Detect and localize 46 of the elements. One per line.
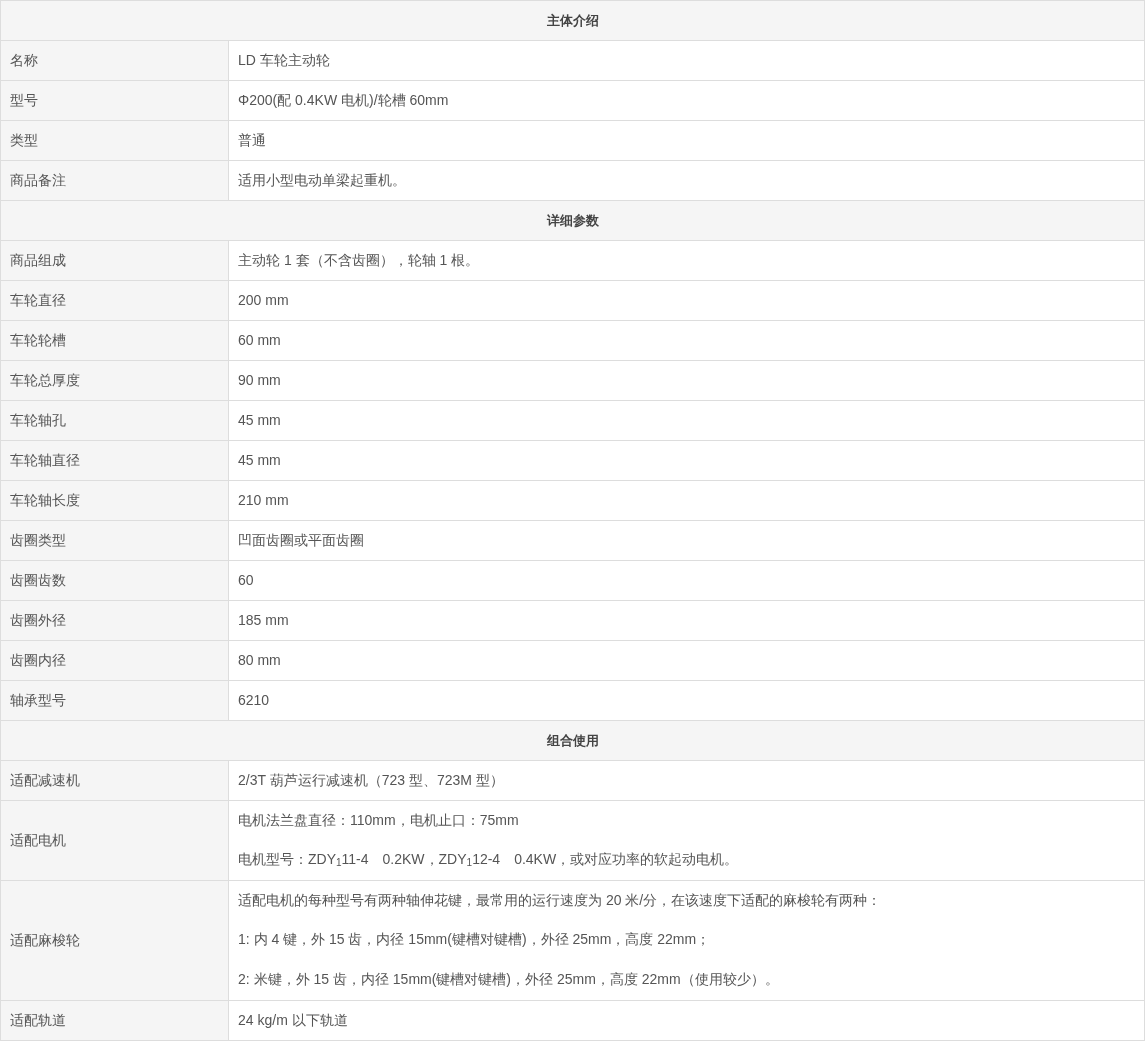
value-text: 210 mm (238, 491, 290, 510)
value-text: 电机型号：ZDY$_{1}$11-4 0.2KW，ZDY$_{1}$12-4 0.4KW，或对应功率的软起动电机。 (238, 850, 740, 870)
value-text: LD 车轮主动轮 (238, 51, 331, 70)
value-text: 45 mm (238, 411, 282, 430)
label-cell: 轴承型号 (1, 681, 229, 720)
label-cell: 适配减速机 (1, 761, 229, 800)
value-text: 2: 米键，外 15 齿，内径 15mm(键槽对键槽)，外径 25mm，高度 22mm（使用较少）。 (238, 970, 780, 989)
label-cell: 齿圈类型 (1, 521, 229, 560)
label-cell: 商品组成 (1, 241, 229, 280)
section-header: 详细参数 (1, 201, 1144, 241)
section-header: 组合使用 (1, 721, 1144, 761)
value-text: 80 mm (238, 651, 282, 670)
label-cell: 车轮轮槽 (1, 321, 229, 360)
value-text: Φ200(配 0.4KW 电机)/轮槽 60mm (238, 91, 450, 110)
label-cell: 齿圈外径 (1, 601, 229, 640)
value-text: 主动轮 1 套（不含齿圈），轮轴 1 根。 (238, 251, 481, 270)
label-cell: 适配麻梭轮 (1, 881, 229, 1000)
section-header: 主体介绍 (1, 1, 1144, 41)
value-text: 6210 (238, 691, 271, 710)
value-text: 2/3T 葫芦运行减速机（723 型、723M 型） (238, 771, 505, 790)
value-text: 电机法兰盘直径：110mm，电机止口：75mm (238, 811, 520, 830)
label-cell: 适配电机 (1, 801, 229, 880)
value-text: 90 mm (238, 371, 282, 390)
label-cell: 车轮轴孔 (1, 401, 229, 440)
value-text: 凹面齿圈或平面齿圈 (238, 531, 365, 550)
label-cell: 齿圈齿数 (1, 561, 229, 600)
value-text: 1: 内 4 键，外 15 齿，内径 15mm(键槽对键槽)，外径 25mm，高度 22mm； (238, 930, 712, 949)
label-cell: 商品备注 (1, 161, 229, 200)
value-text: 200 mm (238, 291, 290, 310)
value-text: 60 mm (238, 331, 282, 350)
value-text: 适用小型电动单梁起重机。 (238, 171, 407, 190)
label-cell: 名称 (1, 41, 229, 80)
value-text: 适配电机的每种型号有两种轴伸花键，最常用的运行速度为 20 米/分，在该速度下适配的麻梭轮有两种： (238, 891, 883, 910)
label-cell: 车轮直径 (1, 281, 229, 320)
label-cell: 适配轨道 (1, 1001, 229, 1040)
value-text: 24 kg/m 以下轨道 (238, 1011, 349, 1030)
value-text: 185 mm (238, 611, 290, 630)
label-cell: 车轮总厚度 (1, 361, 229, 400)
label-cell: 类型 (1, 121, 229, 160)
label-cell: 型号 (1, 81, 229, 120)
value-text: 普通 (238, 131, 267, 150)
value-text: 60 (238, 571, 255, 590)
label-cell: 齿圈内径 (1, 641, 229, 680)
label-cell: 车轮轴长度 (1, 481, 229, 520)
label-cell: 车轮轴直径 (1, 441, 229, 480)
value-text: 45 mm (238, 451, 282, 470)
